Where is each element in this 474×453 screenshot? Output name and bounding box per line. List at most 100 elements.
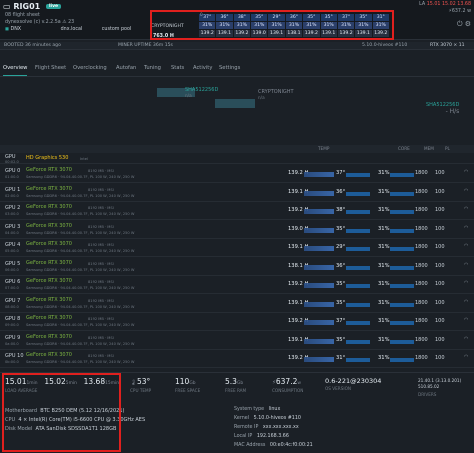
gpu-fan-bar [390,321,414,325]
gpu-id: GPU 7 [5,297,21,304]
gpu-row[interactable]: GPU 10 0b:00.0 GeForce RTX 3070 8192 MB · M… [0,351,474,368]
gpu-row[interactable]: GPU 2 03:00.0 GeForce RTX 3070 8192 MB · MS… [0,203,474,220]
gpu-core-clock: 1800 [415,281,428,287]
gpu-fan-bar [390,191,414,196]
gpu-row[interactable]: GPU 4 05:00.0 GeForce RTX 3070 8192 MB · MS… [0,240,474,257]
gpu-bus: 05:00.0 [5,249,19,253]
gpu-table-header: TEMP CORE MEM PL [0,145,474,153]
gpu-fan-bar [390,284,414,288]
gpu-model: GeForce RTX 3070 [26,185,72,192]
gauge-icon[interactable]: ◠ [464,354,468,361]
gpu-id: GPU 3 [5,223,21,230]
gpu-bus: 08:00.0 [5,304,19,309]
tab-settings[interactable]: Settings [219,65,240,72]
gpu-id: GPU 8 [5,316,21,322]
gpu-core-clock: 1800 [415,299,428,306]
algo-left: SHA512256D n/a [185,87,219,98]
gpu-mem-info: Samsung GDDR6 · 94.04.40.00.7F, PL 100 W… [26,175,135,179]
gpu-row[interactable]: GPU 6 07:00.0 GeForce RTX 3070 8192 MB · MS… [0,277,474,294]
gpu-fan: 31% [378,281,390,287]
gpu-row[interactable]: GPU 7 08:00.0 GeForce RTX 3070 8192 MB · MS… [0,296,474,313]
gpu-mem-clock: 100 [435,336,445,343]
tab-flight-sheet[interactable]: Flight Sheet [35,65,66,72]
flight-sheet-label[interactable]: 08 flight sheet [5,13,40,19]
gpu-mem-size: 8192 MB · MSI [88,317,114,321]
gpu-fan-bar [390,210,414,214]
tab-overclocking[interactable]: Overclocking [73,65,107,72]
remote-ip: Remote IP xxx.xxx.xxx.xx [234,425,299,430]
gpu-mem-size: 8192 MB · MSI [88,298,114,303]
gpu-row[interactable]: GPU 0 01:00.0 GeForce RTX 3070 8192 MB · MS… [0,166,474,183]
gauge-icon[interactable]: ◠ [464,317,468,324]
gpu-hash-sparkline [304,264,334,270]
igpu-row[interactable]: GPU 00:02.0 HD Graphics 530 Intel [0,154,474,164]
gpu-mem-info: Samsung GDDR6 · 94.04.40.00.7F, PL 100 W… [26,249,135,253]
gpu-temp-bar [346,284,370,288]
gpu-core-clock: 1800 [415,244,428,250]
gpu-bus: 03:00.0 [5,212,19,216]
gpu-mem-clock: 100 [435,207,445,213]
gpu-row[interactable]: GPU 8 09:00.0 GeForce RTX 3070 8192 MB · MS… [0,314,474,331]
gpu-mem-info: Samsung GDDR6 · 94.04.40.00.7F, PL 100 W… [26,323,135,327]
power-button-icon[interactable]: ⏻ [457,20,463,28]
gpu-mem-info: Samsung GDDR6 · 94.04.40.00.7F, PL 100 W… [26,341,135,346]
monitor-icon: ▭ [3,2,11,11]
tab-activity[interactable]: Activity [193,65,212,72]
load-average-top: LA 15.01 15.02 13.68 [419,2,471,7]
gauge-icon[interactable]: ◠ [464,299,468,306]
tab-stats[interactable]: Stats [171,65,184,72]
gpu-row[interactable]: GPU 3 04:00.0 GeForce RTX 3070 8192 MB · MS… [0,222,474,239]
gpu-bus: 06:00.0 [5,267,19,272]
gpu-row[interactable]: GPU 1 02:00.0 GeForce RTX 3070 8192 MB · MS… [0,185,474,202]
cpu-temp-stat: 🌡53° CPU TEMP [130,377,152,393]
gauge-icon[interactable]: ◠ [464,206,468,213]
gpu-core-clock: 1800 [415,355,428,361]
gpu-mem-size: 8192 MB · MSI [88,169,114,173]
tab-overview[interactable]: Overview [3,65,28,76]
gauge-icon[interactable]: ◠ [464,188,468,195]
gauge-icon[interactable]: ◠ [464,336,468,343]
gpu-fan-bar [390,358,414,362]
settings-icon[interactable]: ⚙ [465,20,471,28]
free-ram-stat: 5.3Gb FREE RAM [225,377,247,393]
gpu-mem-size: 8192 MB · MSI [88,261,114,266]
algo-chip-center [215,99,255,108]
gpu-row[interactable]: GPU 9 0a:00.0 GeForce RTX 3070 8192 MB · MS… [0,333,474,350]
gpu-temp: 35° [336,281,346,287]
gpu-fan-bar [390,339,414,344]
gpu-core-clock: 1800 [415,207,428,213]
gauge-icon[interactable]: ◠ [464,225,468,232]
gauge-icon[interactable]: ◠ [464,262,468,269]
gauge-icon[interactable]: ◠ [464,243,468,250]
gpu-model: GeForce RTX 3070 [26,222,72,229]
rig-title[interactable]: ▭ RIG01 live [3,2,62,11]
status-bar: BOOTED 36 minutes ago MINER UPTIME 36m 1… [0,42,474,50]
gpu-fan-bar [390,173,414,177]
gpu-row[interactable]: GPU 5 06:00.0 GeForce RTX 3070 8192 MB · MS… [0,259,474,276]
gpu-mem-clock: 100 [435,188,445,195]
kernel: Kernel 5.10.0-hiveos #110 [234,416,301,421]
gpu-hash-sparkline [304,301,334,307]
gpu-temp: 37° [336,170,346,176]
tab-tuning[interactable]: Tuning [144,65,161,72]
gpu-mem-clock: 100 [435,170,445,176]
gpu-mem-info: Samsung GDDR6 · 94.04.40.00.7F, PL 100 W… [26,304,135,309]
gpu-mem-clock: 100 [435,262,445,269]
gpu-fan-bar [390,228,414,233]
gpu-fan-bar [390,265,414,270]
status-badge: live [46,3,62,10]
gpu-mem-size: 8192 MB · MSI [88,354,114,358]
gauge-icon[interactable]: ◠ [464,280,468,287]
coin-icon: ◼ [5,27,9,32]
tab-autofan[interactable]: Autofan [116,65,136,72]
gpu-bus: 09:00.0 [5,323,19,327]
gauge-icon[interactable]: ◠ [464,169,468,176]
gpu-fan: 31% [378,188,390,195]
thermometer-icon: 🌡 [130,380,137,386]
drivers-stat: 21.40.1 (3.13.0.201) 510.85.02 DRIVERS [418,378,462,397]
gpu-core-clock: 1800 [415,188,428,195]
gpu-temp-bar [346,339,370,344]
miner-line: dynexsolve (c) v.2.2.5a ⚠ 23 [5,20,75,25]
gpu-temp-bar [346,302,370,307]
gpu-fan: 31% [378,355,390,361]
